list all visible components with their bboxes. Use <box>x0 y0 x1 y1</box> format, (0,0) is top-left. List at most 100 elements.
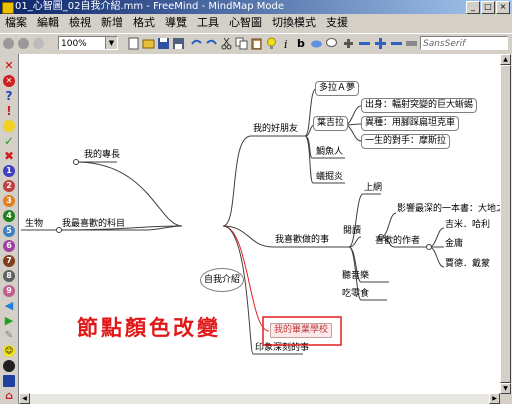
menu-tools[interactable]: 工具 <box>192 15 224 31</box>
flag-icon[interactable] <box>3 375 15 387</box>
node-specialty[interactable]: 我的專長 <box>84 150 120 161</box>
menu-help[interactable]: 支援 <box>321 15 353 31</box>
question-icon[interactable]: ? <box>3 90 15 102</box>
menu-insert[interactable]: 新增 <box>96 15 128 31</box>
priority-3-icon[interactable]: 3 <box>3 195 15 207</box>
undo-icon[interactable] <box>190 37 203 50</box>
bold-button[interactable]: b <box>297 37 310 50</box>
node-nobita-ability[interactable]: 異種：用腳踩扁坦克車 <box>361 116 460 131</box>
back-arrow-icon[interactable]: ◀ <box>3 300 15 312</box>
menu-file[interactable]: 檔案 <box>0 15 32 31</box>
zoom-value: 100% <box>61 39 87 49</box>
forward-arrow-icon[interactable]: ▶ <box>3 315 15 327</box>
priority-4-icon[interactable]: 4 <box>3 210 15 222</box>
cancel-icon[interactable]: ✖ <box>3 150 15 162</box>
node-nobita-rival[interactable]: 一生的對手：摩斯拉 <box>361 134 451 149</box>
node-favorite-subject[interactable]: 我最喜歡的科目 <box>62 219 125 230</box>
checkmark-icon[interactable]: ✓ <box>3 135 15 147</box>
cut-icon[interactable] <box>220 37 233 50</box>
new-map-icon[interactable] <box>127 37 140 50</box>
node-reading[interactable]: 閱讀 <box>343 226 361 237</box>
node-snacks[interactable]: 吃零食 <box>342 289 369 300</box>
copy-icon[interactable] <box>235 37 248 50</box>
bomb-icon[interactable] <box>3 360 15 372</box>
zoom-select[interactable]: 100% ▼ <box>58 36 118 50</box>
font-size-icon[interactable] <box>405 37 418 50</box>
node-friend-4[interactable]: 蟻掘炎 <box>316 172 343 183</box>
node-favorite-author[interactable]: 喜歡的作者 <box>375 236 420 247</box>
node-favorite-book[interactable]: 影響最深的一本書：大地之歌 <box>397 204 500 215</box>
font-value: SansSerif <box>423 39 466 49</box>
idea-icon[interactable] <box>3 120 15 132</box>
save-as-icon[interactable] <box>172 37 185 50</box>
menu-modes[interactable]: 切換模式 <box>267 15 321 31</box>
menu-mindmap[interactable]: 心智圖 <box>224 15 267 31</box>
node-friends[interactable]: 我的好朋友 <box>253 124 298 135</box>
annotation-box <box>262 316 342 346</box>
paste-icon[interactable] <box>250 37 263 50</box>
priority-2-icon[interactable]: 2 <box>3 180 15 192</box>
mindmap-canvas[interactable]: 自我介紹 我的專長 我最喜歡的科目 生物 我的好朋友 多拉Ａ夢 葉吉拉 出身：輻… <box>19 54 500 394</box>
attach-icon[interactable]: ✎ <box>3 330 15 342</box>
node-a-dream[interactable]: 多拉Ａ夢 <box>315 81 360 96</box>
italic-icon[interactable]: i <box>280 37 293 50</box>
plus-icon[interactable] <box>374 37 387 50</box>
priority-9-icon[interactable]: 9 <box>3 285 15 297</box>
redo-icon[interactable] <box>205 37 218 50</box>
node-author-3[interactable]: 賈德．戴蒙 <box>445 259 490 270</box>
vertical-scroll-thumb[interactable] <box>500 65 511 383</box>
menu-view[interactable]: 檢視 <box>64 15 96 31</box>
save-icon[interactable] <box>157 37 170 50</box>
node-friend-3[interactable]: 鯛魚人 <box>316 147 343 158</box>
scroll-up-icon[interactable]: ▲ <box>500 54 511 65</box>
scroll-left-icon[interactable]: ◀ <box>19 393 30 404</box>
root-node[interactable]: 自我介紹 <box>200 268 244 292</box>
close-button[interactable]: × <box>496 1 510 14</box>
maximize-button[interactable]: □ <box>481 1 495 14</box>
node-music[interactable]: 聽音樂 <box>342 271 369 282</box>
scroll-down-icon[interactable]: ▼ <box>500 383 511 394</box>
node-nobita-origin[interactable]: 出身：輻射突變的巨大蜥蜴 <box>361 98 478 113</box>
smiley-icon[interactable]: ☺ <box>3 345 15 357</box>
font-select[interactable]: SansSerif <box>420 36 508 50</box>
icon-toolbar: ✕ ✕ ? ! ✓ ✖ 1 2 3 4 5 6 7 8 9 ◀ ▶ ✎ ☺ ⌂ <box>0 54 19 404</box>
stop-icon[interactable] <box>32 37 45 50</box>
horizontal-scrollbar[interactable]: ◀ ▶ <box>19 393 500 404</box>
node-biology[interactable]: 生物 <box>25 219 43 230</box>
speech-bubble-icon[interactable] <box>325 37 338 50</box>
lightbulb-icon[interactable] <box>265 37 278 50</box>
vertical-scrollbar[interactable]: ▲ ▼ <box>500 54 512 394</box>
menu-bar: 檔案 編輯 檢視 新增 格式 導覽 工具 心智圖 切換模式 支援 <box>0 14 512 32</box>
priority-1-icon[interactable]: 1 <box>3 165 15 177</box>
svg-text:i: i <box>284 38 288 50</box>
node-internet[interactable]: 上網 <box>364 183 382 194</box>
remove-icon[interactable]: ✕ <box>3 60 15 72</box>
collapse-icon[interactable] <box>342 37 355 50</box>
menu-format[interactable]: 格式 <box>128 15 160 31</box>
cloud-icon[interactable] <box>310 37 323 50</box>
priority-5-icon[interactable]: 5 <box>3 225 15 237</box>
menu-edit[interactable]: 編輯 <box>32 15 64 31</box>
priority-7-icon[interactable]: 7 <box>3 255 15 267</box>
node-likes[interactable]: 我喜歡做的事 <box>275 235 329 246</box>
scroll-right-icon[interactable]: ▶ <box>489 393 500 404</box>
title-bar: 01_心智圖_02自我介紹.mm - FreeMind - MindMap Mo… <box>0 0 512 14</box>
minus-small-icon[interactable] <box>390 37 403 50</box>
node-author-1[interactable]: 吉米．哈利 <box>445 220 490 231</box>
chevron-down-icon: ▼ <box>105 37 117 49</box>
menu-navigate[interactable]: 導覽 <box>160 15 192 31</box>
node-nobita[interactable]: 葉吉拉 <box>313 116 349 131</box>
node-author-2[interactable]: 金庸 <box>445 239 463 250</box>
forward-icon[interactable] <box>17 37 30 50</box>
open-folder-icon[interactable] <box>142 37 155 50</box>
exclamation-icon[interactable]: ! <box>3 105 15 117</box>
remove-last-icon[interactable]: ✕ <box>3 75 15 87</box>
app-icon <box>2 2 14 14</box>
priority-6-icon[interactable]: 6 <box>3 240 15 252</box>
priority-8-icon[interactable]: 8 <box>3 270 15 282</box>
annotation-text: 節點顏色改變 <box>77 315 221 340</box>
home-icon[interactable]: ⌂ <box>3 390 15 402</box>
back-icon[interactable] <box>2 37 15 50</box>
minus-icon[interactable] <box>358 37 371 50</box>
minimize-button[interactable]: _ <box>466 1 480 14</box>
